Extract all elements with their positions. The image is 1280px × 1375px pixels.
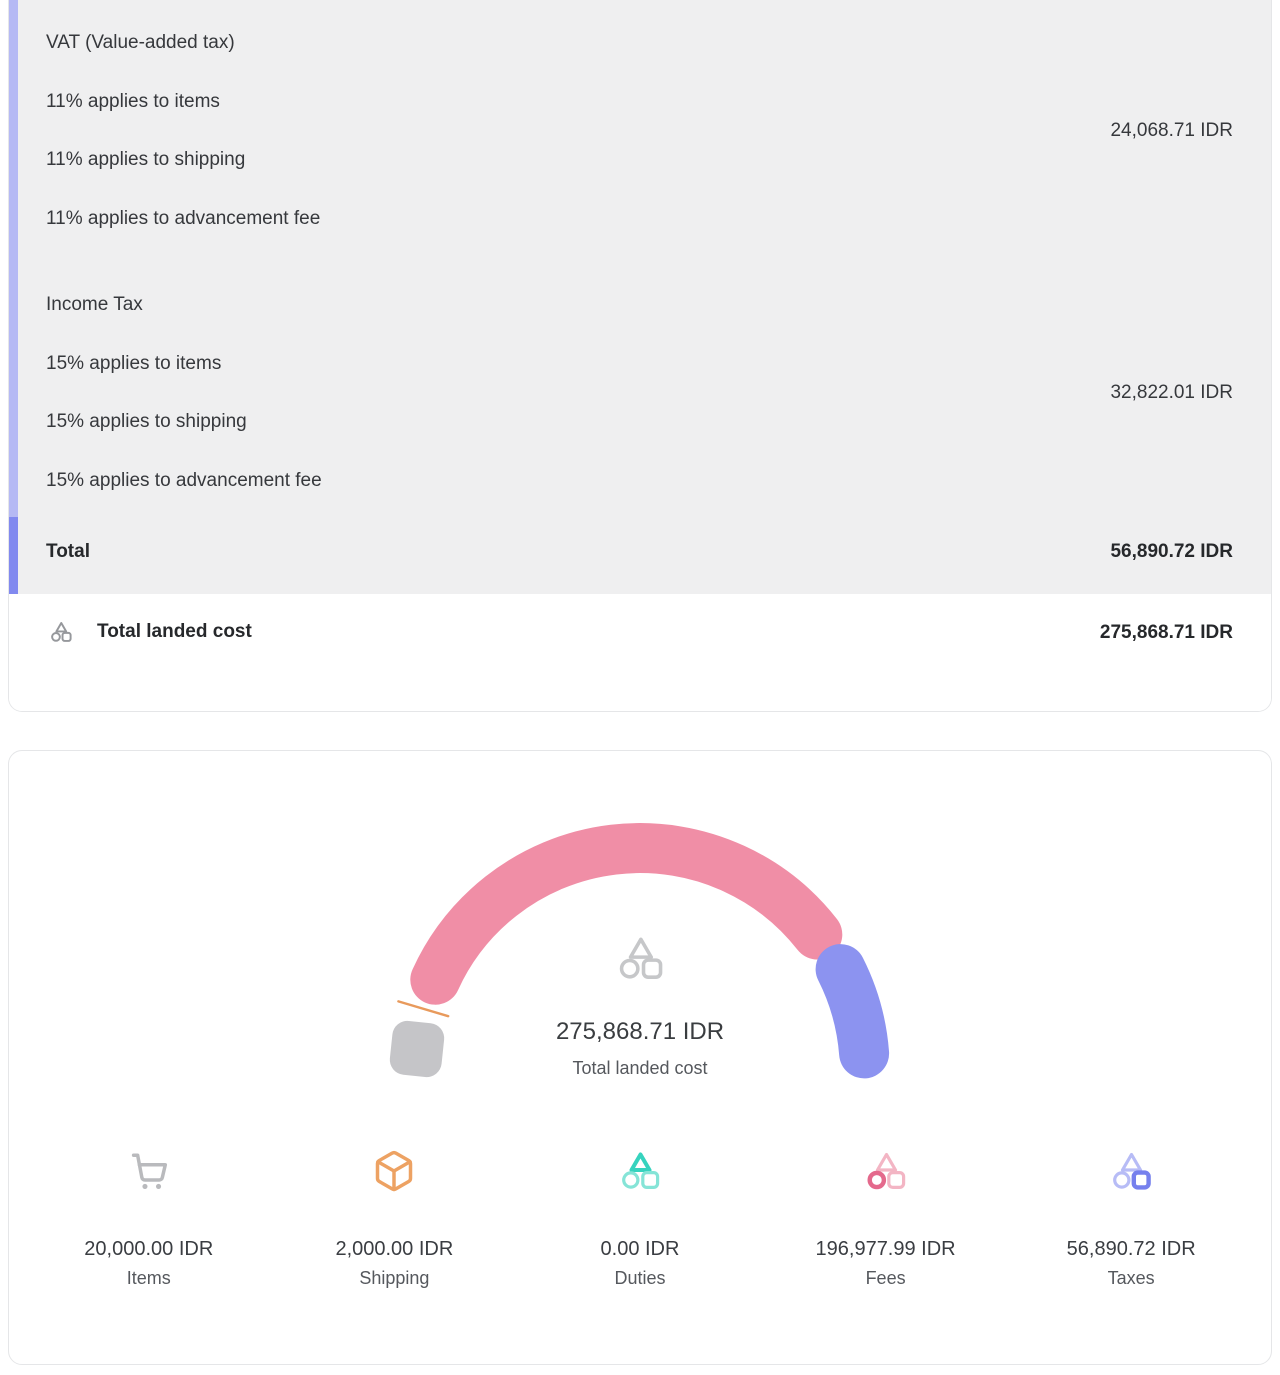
taxes-total-label: Total xyxy=(46,541,90,563)
landed-cost-page: VAT (Value-added tax) 11% applies to ite… xyxy=(0,0,1280,1375)
legend-item-items: 20,000.00 IDR Items xyxy=(26,1149,272,1293)
gauge-legend: 20,000.00 IDR Items 2,000.00 IDR Shippin… xyxy=(26,1149,1254,1293)
landed-cost-chart-card: 275,868.71 IDR Total landed cost 20,000.… xyxy=(8,750,1272,1365)
income-tax-line-advancement: 15% applies to advancement fee xyxy=(46,452,322,511)
legend-fees-amount: 196,977.99 IDR xyxy=(763,1235,1009,1263)
vat-amount: 24,068.71 IDR xyxy=(1110,120,1233,142)
vat-lines: VAT (Value-added tax) 11% applies to ite… xyxy=(46,14,320,248)
total-landed-cost-left: Total landed cost xyxy=(49,620,252,644)
tax-breakdown-card: VAT (Value-added tax) 11% applies to ite… xyxy=(8,0,1272,712)
landed-cost-gauge-chart xyxy=(9,751,1271,1096)
legend-item-duties: 0.00 IDR Duties xyxy=(517,1149,763,1293)
legend-items-label: Items xyxy=(26,1263,272,1293)
legend-duties-amount: 0.00 IDR xyxy=(517,1235,763,1263)
scrollbar-thumb[interactable] xyxy=(9,517,18,594)
legend-item-taxes: 56,890.72 IDR Taxes xyxy=(1008,1149,1254,1293)
legend-item-shipping: 2,000.00 IDR Shipping xyxy=(272,1149,518,1293)
shapes-triangle-icon xyxy=(517,1149,763,1193)
landed-cost-shapes-icon xyxy=(622,939,661,977)
legend-items-amount: 20,000.00 IDR xyxy=(26,1235,272,1263)
total-landed-cost-label: Total landed cost xyxy=(97,621,252,643)
scrollbar-track xyxy=(9,0,18,517)
vat-line-advancement: 11% applies to advancement fee xyxy=(46,190,320,249)
shapes-circle-icon xyxy=(763,1149,1009,1193)
vat-group: VAT (Value-added tax) 11% applies to ite… xyxy=(46,14,1233,248)
income-tax-header: Income Tax xyxy=(46,276,322,335)
income-tax-lines: Income Tax 15% applies to items 15% appl… xyxy=(46,276,322,510)
total-landed-cost-row: Total landed cost 275,868.71 IDR xyxy=(9,594,1271,712)
legend-fees-label: Fees xyxy=(763,1263,1009,1293)
income-tax-group: Income Tax 15% applies to items 15% appl… xyxy=(46,276,1233,510)
gauge-segment-taxes xyxy=(841,969,865,1053)
gauge-segment-items xyxy=(388,1019,445,1078)
taxes-total-row: Total 56,890.72 IDR xyxy=(46,510,1233,594)
shapes-square-icon xyxy=(1008,1149,1254,1193)
legend-shipping-amount: 2,000.00 IDR xyxy=(272,1235,518,1263)
vat-line-shipping: 11% applies to shipping xyxy=(46,131,320,190)
legend-taxes-label: Taxes xyxy=(1008,1263,1254,1293)
income-tax-amount: 32,822.01 IDR xyxy=(1110,382,1233,404)
cart-icon xyxy=(26,1149,272,1193)
legend-taxes-amount: 56,890.72 IDR xyxy=(1008,1235,1254,1263)
landed-cost-shapes-icon xyxy=(49,620,73,644)
legend-shipping-label: Shipping xyxy=(272,1263,518,1293)
vat-line-items: 11% applies to items xyxy=(46,73,320,132)
scrollbar xyxy=(9,0,18,594)
legend-item-fees: 196,977.99 IDR Fees xyxy=(763,1149,1009,1293)
package-icon xyxy=(272,1149,518,1193)
income-tax-line-shipping: 15% applies to shipping xyxy=(46,393,322,452)
total-landed-cost-amount: 275,868.71 IDR xyxy=(1100,620,1233,646)
income-tax-line-items: 15% applies to items xyxy=(46,335,322,394)
taxes-total-amount: 56,890.72 IDR xyxy=(1110,541,1233,563)
vat-header: VAT (Value-added tax) xyxy=(46,14,320,73)
tax-detail-panel: VAT (Value-added tax) 11% applies to ite… xyxy=(9,0,1271,594)
legend-duties-label: Duties xyxy=(517,1263,763,1293)
